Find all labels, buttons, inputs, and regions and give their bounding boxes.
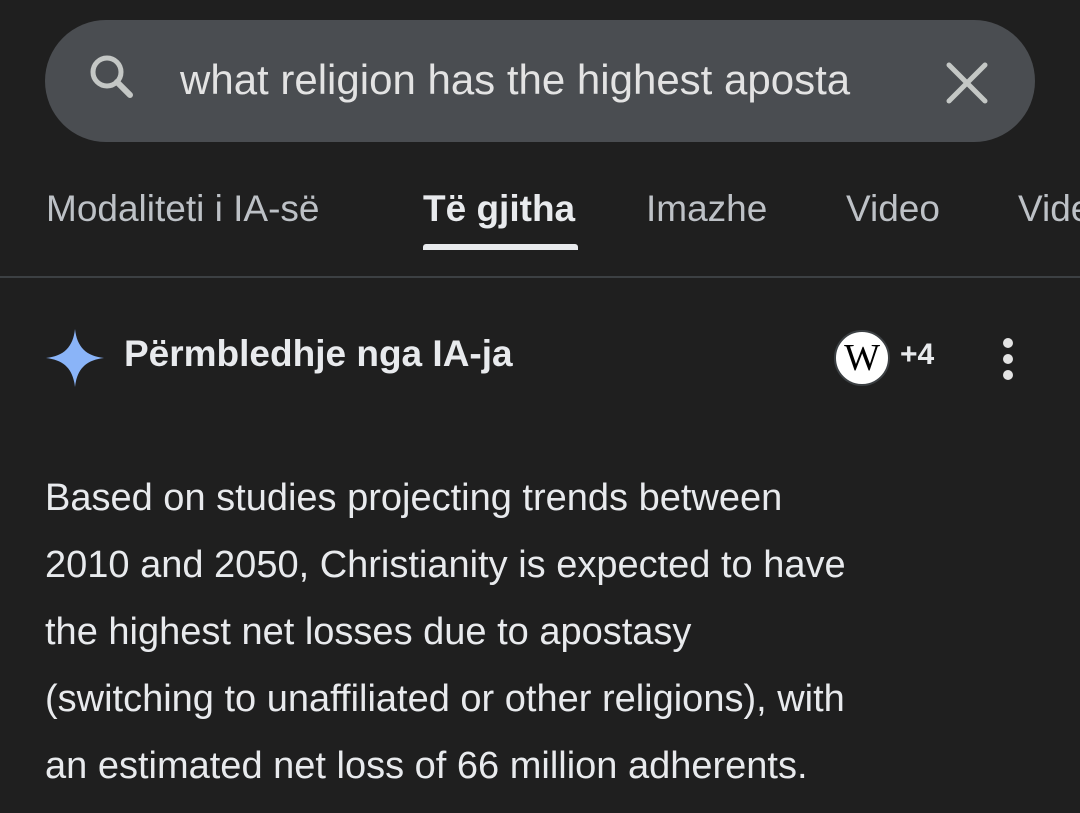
ai-overview-header: Përmbledhje nga IA-ja W +4: [0, 300, 1080, 410]
answer-line: Based on studies projecting trends betwe…: [45, 477, 783, 519]
wikipedia-source-icon[interactable]: W: [834, 330, 890, 386]
answer-line: the highest net losses due to apostasy: [45, 611, 692, 653]
tab-images[interactable]: Imazhe: [646, 188, 767, 230]
search-bar[interactable]: what religion has the highest aposta: [45, 20, 1035, 142]
more-vert-icon[interactable]: [990, 334, 1026, 382]
sparkle-icon: [46, 329, 104, 387]
ai-overview-title: Përmbledhje nga IA-ja: [124, 333, 513, 374]
tab-videos[interactable]: Video: [846, 188, 940, 230]
search-results-page: what religion has the highest aposta Mod…: [0, 0, 1080, 813]
search-tabs: Modaliteti i IA-së Të gjitha Imazhe Vide…: [0, 170, 1080, 278]
source-count[interactable]: +4: [900, 338, 934, 372]
more-dot: [1003, 338, 1013, 348]
tab-ai-mode[interactable]: Modaliteti i IA-së: [46, 188, 320, 230]
answer-line: (switching to unaffiliated or other reli…: [45, 678, 845, 720]
answer-line: an estimated net loss of 66 million adhe…: [45, 745, 808, 787]
search-icon[interactable]: [83, 48, 145, 110]
tab-short-videos[interactable]: Vide: [1018, 188, 1080, 230]
more-dot: [1003, 354, 1013, 364]
answer-line: 2010 and 2050, Christianity is expected …: [45, 544, 846, 586]
close-icon[interactable]: [935, 51, 999, 115]
tab-all[interactable]: Të gjitha: [423, 188, 575, 230]
ai-overview-answer: Based on studies projecting trends betwe…: [45, 465, 1045, 800]
active-tab-indicator: [423, 244, 578, 250]
more-dot: [1003, 370, 1013, 380]
search-input[interactable]: what religion has the highest aposta: [180, 47, 905, 113]
